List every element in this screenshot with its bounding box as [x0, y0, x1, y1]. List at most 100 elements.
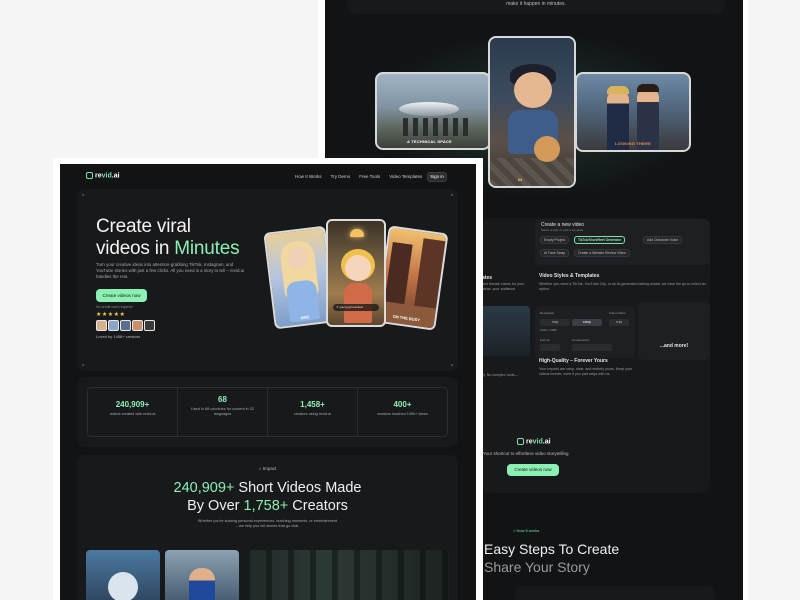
steps-card [515, 586, 715, 600]
man-right-hair [637, 84, 659, 92]
top-nav: revid.ai How It Works Try Demo Free Tool… [60, 164, 476, 188]
stat-label: videos created with revid.ai [109, 412, 156, 416]
front-page: revid.ai How It Works Try Demo Free Tool… [60, 164, 476, 600]
more-features-card: ...and more! [638, 302, 710, 360]
chip-empty-project[interactable]: Empty Project [540, 236, 570, 244]
styles-title: Video Styles & Templates [539, 273, 600, 279]
stats-section: 240,909+ videos created with revid.ai 68… [77, 377, 458, 447]
avatar [96, 320, 107, 331]
format-label: Format [540, 338, 550, 342]
forest-trees [244, 550, 449, 600]
impact-badge: ⌂ Impact [77, 466, 458, 471]
hero-section: Create viral videos in Minutes Turn your… [77, 189, 458, 371]
how-badge-label: How it works [516, 528, 540, 533]
impact-heading: 240,909+ Short Videos Made By Over 1,758… [77, 479, 458, 515]
video-tile-robot[interactable] [86, 550, 160, 600]
stat-value: 68 [218, 395, 227, 404]
robot-shape [108, 572, 138, 600]
impact-heading-text: Creators [288, 498, 348, 514]
nav-video-templates[interactable]: Video Templates [389, 174, 422, 179]
gallery-caption: IN [518, 177, 523, 182]
nav-how-it-works[interactable]: How It Works [295, 174, 322, 179]
nav-logo[interactable]: revid.ai [86, 172, 120, 179]
stat-value: 400+ [393, 400, 412, 409]
quality-desc: Your exports are crisp, clear, and entir… [539, 367, 633, 376]
prompt-chip: ✦ young girl excited [333, 304, 379, 311]
resolution-1080p[interactable]: 1080p [572, 319, 602, 326]
lamp [350, 229, 364, 237]
logo-icon [517, 438, 524, 445]
chip-character-voice[interactable]: Add Character Voice [643, 236, 683, 244]
avatar [144, 320, 155, 331]
impact-desc-line2: – we help you tell stories that go viral… [235, 524, 300, 528]
logo-icon [86, 172, 93, 179]
resolution-720p[interactable]: 720p [540, 319, 570, 326]
left-note: ry. No complex tools— [482, 373, 518, 377]
logo-text-accent: vid [101, 172, 112, 180]
cta-create-videos-button[interactable]: Create videos now [507, 464, 559, 476]
footer-logo[interactable]: revid.ai [517, 438, 551, 445]
quality-settings-card: Resolution 720p 1080p 1920 × 1080 Frame … [535, 306, 635, 358]
boy-head [514, 72, 552, 108]
nav-try-demo[interactable]: Try Demo [331, 174, 351, 179]
gallery-caption: A TECHNICAL SPACE [407, 139, 452, 144]
gallery-image-two-men: LOOKING THERE [575, 72, 691, 152]
back-top-panel: make it happen in minutes. [347, 0, 725, 14]
how-it-works-heading: Easy Steps To Create Share Your Story [484, 540, 619, 576]
stat-creators: 1,458+ creators using revid.ai [268, 388, 358, 436]
corner-dot [82, 194, 84, 196]
ufo-shape [399, 102, 459, 116]
girl-body [344, 283, 372, 323]
logo-text-pre: re [526, 438, 533, 446]
left-strip-title: ates [482, 275, 493, 281]
stat-value: 1,458+ [300, 400, 325, 409]
gallery-image-boy-dog: IN [488, 36, 576, 188]
logo-text-post: .ai [542, 438, 551, 446]
stat-label: creators reached 100k+ views [377, 412, 428, 416]
compression-slider[interactable] [572, 344, 612, 351]
cobblestone-ground [490, 158, 574, 186]
hero-card-excited-girl: ✦ young girl excited [326, 219, 386, 327]
corner-dot [82, 364, 84, 366]
resolution-label: Resolution [540, 311, 555, 315]
avatar [132, 320, 143, 331]
impact-section: ⌂ Impact 240,909+ Short Videos Made By O… [77, 455, 458, 600]
quality-title: High-Quality – Forever Yours [539, 358, 608, 364]
format-select[interactable] [540, 344, 560, 351]
cta-tagline: Your shortcut to effortless video storyt… [483, 451, 569, 456]
chip-website-review[interactable]: Create a Website Review Video [574, 249, 630, 257]
stat-videos-created: 240,909+ videos created with revid.ai [88, 388, 178, 436]
stat-value: 240,909+ [115, 400, 150, 409]
people-silhouettes [403, 118, 469, 136]
avatar [108, 320, 119, 331]
rating-stars-icon: ★★★★★ [96, 312, 126, 318]
hero-card-street: ON THE BUSY [375, 225, 449, 331]
video-tile-forest[interactable] [244, 550, 449, 600]
chip-face-swap[interactable]: AI Face Swap [540, 249, 570, 257]
ratio-select[interactable]: 9:16 [609, 319, 629, 326]
stats-grid: 240,909+ videos created with revid.ai 68… [87, 387, 448, 437]
styles-desc: Whether you need a TikTok, YouTube Clip,… [539, 282, 706, 291]
creator-avatars [96, 320, 155, 331]
nav-free-tools[interactable]: Free Tools [359, 174, 380, 179]
chip-tiktok-generator[interactable]: TikTok/Short/Reel Generator [574, 236, 625, 244]
left-strip-desc: and female voices for your ideas. your a… [482, 282, 525, 291]
impact-creators-count: 1,758+ [243, 498, 289, 514]
more-text: ...and more! [659, 343, 689, 349]
man-left-hair [607, 86, 629, 94]
no-credit-card-note: No credit card required [96, 305, 133, 309]
heading-line1: Easy Steps To Create [484, 541, 620, 557]
video-tile-superhero[interactable] [165, 550, 239, 600]
girl-face [345, 255, 371, 281]
logo-text-accent: vid [532, 438, 543, 446]
impact-badge-label: Impact [262, 466, 277, 471]
create-video-card: Create a new video Select a style or pic… [535, 219, 710, 265]
impact-description: Whether you're sharing personal experien… [77, 519, 458, 529]
avatar [120, 320, 131, 331]
corner-dot [451, 364, 453, 366]
sign-in-button[interactable]: Sign in [427, 172, 447, 182]
nav-links: How It Works Try Demo Free Tools Video T… [295, 174, 422, 179]
hero-create-videos-button[interactable]: Create videos now [96, 289, 147, 302]
gallery-image-spaceship: A TECHNICAL SPACE [375, 72, 491, 150]
hero-title-line1: Create viral [96, 216, 191, 237]
